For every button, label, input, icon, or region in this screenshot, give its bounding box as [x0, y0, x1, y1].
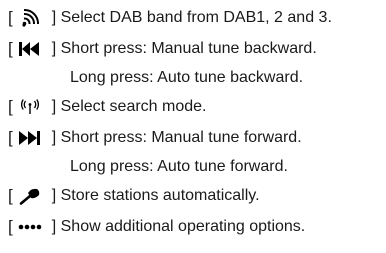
store-pin-icon	[13, 186, 48, 206]
skip-backward-long-press: Long press: Auto tune backward.	[70, 68, 304, 86]
store-stations-description: ] Store stations automatically.	[51, 186, 260, 204]
function-list: [ ] Select DAB band from DAB1, 2 and 3. …	[8, 2, 384, 242]
list-item-skip-forward: [ ] Short press: Manual tune forward. Lo…	[8, 122, 384, 180]
search-mode-antenna-icon	[13, 97, 48, 117]
search-mode-description: ] Select search mode.	[51, 97, 207, 115]
more-options-dots-icon	[13, 217, 48, 237]
list-item-search-mode: [ ] Select search mode.	[8, 91, 384, 122]
dab-band-description: ] Select DAB band from DAB1, 2 and 3.	[51, 8, 332, 26]
skip-backward-description: ] Short press: Manual tune backward.	[51, 39, 317, 57]
skip-backward-icon	[13, 39, 48, 59]
skip-forward-long-press: Long press: Auto tune forward.	[70, 157, 288, 175]
skip-forward-description: ] Short press: Manual tune forward.	[51, 128, 302, 146]
list-item-store-stations: [ ] Store stations automatically.	[8, 180, 384, 211]
skip-forward-icon	[13, 128, 48, 148]
list-item-dab-band: [ ] Select DAB band from DAB1, 2 and 3.	[8, 2, 384, 33]
more-options-description: ] Show additional operating options.	[51, 217, 306, 235]
list-item-more-options: [ ] Show additional operating options.	[8, 211, 384, 242]
list-item-skip-backward: [ ] Short press: Manual tune backward. L…	[8, 33, 384, 91]
dab-band-icon	[13, 8, 48, 28]
